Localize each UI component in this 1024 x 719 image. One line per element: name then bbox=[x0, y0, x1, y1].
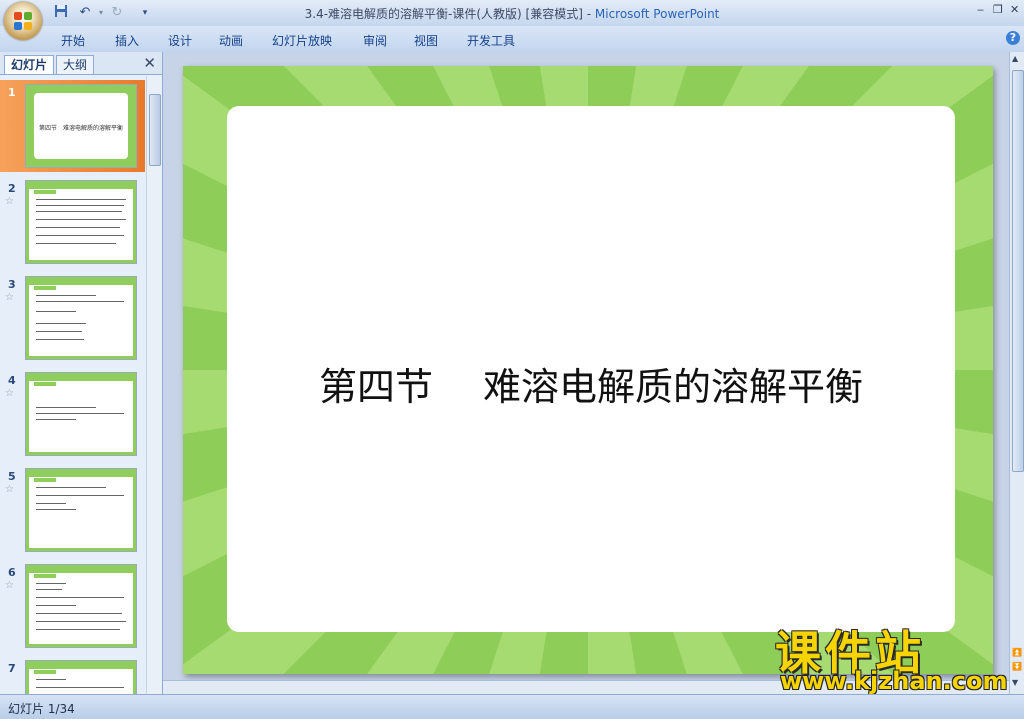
animation-star-icon: ☆ bbox=[5, 388, 14, 399]
app-name: Microsoft PowerPoint bbox=[594, 7, 720, 21]
title-bar: ↶ ▾ ↻ ▾ 3.4-难溶电解质的溶解平衡-课件(人教版) [兼容模式] - … bbox=[0, 0, 1024, 40]
slide-number: 6 bbox=[8, 566, 16, 579]
status-bar: 幻灯片 1/34 bbox=[0, 694, 1024, 719]
restore-icon[interactable]: ❐ bbox=[993, 3, 1003, 16]
slide-content-card: 第四节 难溶电解质的溶解平衡 bbox=[227, 106, 955, 632]
slides-pane: 幻灯片 大纲 ✕ 1 第四节 难溶电解质的溶解平衡 2 ☆ 3 ☆ 4 ☆ 5 … bbox=[0, 52, 163, 694]
slide-thumbnail-6[interactable]: 6 ☆ bbox=[0, 560, 145, 652]
close-window-icon[interactable]: ✕ bbox=[1010, 3, 1019, 16]
tab-slides[interactable]: 幻灯片 bbox=[4, 55, 55, 74]
slide-number: 3 bbox=[8, 278, 16, 291]
tab-design[interactable]: 设计 bbox=[168, 32, 192, 49]
office-logo-icon bbox=[14, 12, 32, 30]
scrollbar-thumb[interactable] bbox=[1012, 70, 1024, 472]
thumbnail-image bbox=[25, 468, 137, 552]
slide-number: 1 bbox=[8, 86, 16, 99]
tab-home[interactable]: 开始 bbox=[61, 32, 85, 49]
slide-counter: 幻灯片 1/34 bbox=[8, 702, 75, 716]
thumbnail-scrollbar[interactable] bbox=[146, 76, 161, 694]
pane-tabs: 幻灯片 大纲 ✕ bbox=[0, 52, 162, 75]
thumbnail-image bbox=[25, 564, 137, 648]
scroll-down-icon[interactable]: ▼ bbox=[1012, 678, 1018, 687]
window-title: 3.4-难溶电解质的溶解平衡-课件(人教版) [兼容模式] - Microsof… bbox=[0, 5, 1024, 22]
tab-outline[interactable]: 大纲 bbox=[56, 55, 95, 74]
scroll-up-icon[interactable]: ▲ bbox=[1012, 54, 1018, 63]
tab-insert[interactable]: 插入 bbox=[115, 32, 139, 49]
animation-star-icon: ☆ bbox=[5, 580, 14, 591]
slide-number: 4 bbox=[8, 374, 16, 387]
document-title: 3.4-难溶电解质的溶解平衡-课件(人教版) [兼容模式] - bbox=[304, 7, 595, 21]
animation-star-icon: ☆ bbox=[5, 196, 14, 207]
slide-thumbnail-7[interactable]: 7 bbox=[0, 656, 145, 694]
close-pane-icon[interactable]: ✕ bbox=[143, 54, 156, 72]
ribbon-tab-bar: 开始 插入 设计 动画 幻灯片放映 审阅 视图 开发工具 ? bbox=[0, 26, 1024, 53]
tab-view[interactable]: 视图 bbox=[414, 32, 438, 49]
tab-animations[interactable]: 动画 bbox=[219, 32, 243, 49]
slide-title[interactable]: 第四节 难溶电解质的溶解平衡 bbox=[227, 356, 955, 411]
slide-editing-area: 第四节 难溶电解质的溶解平衡 bbox=[163, 52, 1009, 694]
scrollbar-thumb[interactable] bbox=[149, 94, 161, 166]
slide-thumbnail-5[interactable]: 5 ☆ bbox=[0, 464, 145, 556]
slide-number: 5 bbox=[8, 470, 16, 483]
tab-review[interactable]: 审阅 bbox=[363, 32, 387, 49]
next-slide-icon[interactable]: ⏬ bbox=[1012, 662, 1022, 671]
thumbnail-image bbox=[25, 180, 137, 264]
animation-star-icon: ☆ bbox=[5, 484, 14, 495]
previous-slide-icon[interactable]: ⏫ bbox=[1012, 648, 1022, 657]
slide-thumbnail-2[interactable]: 2 ☆ bbox=[0, 176, 145, 268]
minimize-icon[interactable]: ‒ bbox=[977, 3, 984, 16]
animation-star-icon: ☆ bbox=[5, 292, 14, 303]
thumbnail-image bbox=[25, 660, 137, 694]
slide-number: 2 bbox=[8, 182, 16, 195]
tab-slideshow[interactable]: 幻灯片放映 bbox=[272, 32, 332, 49]
help-icon[interactable]: ? bbox=[1006, 31, 1020, 45]
slide-thumbnail-1[interactable]: 1 第四节 难溶电解质的溶解平衡 bbox=[0, 80, 145, 172]
thumbnail-image bbox=[25, 372, 137, 456]
thumbnail-title: 第四节 难溶电解质的溶解平衡 bbox=[38, 125, 123, 132]
office-button[interactable] bbox=[4, 2, 42, 40]
watermark-url: www.kjzhan.com bbox=[780, 667, 1008, 695]
tab-developer[interactable]: 开发工具 bbox=[467, 32, 515, 49]
slide-thumbnail-4[interactable]: 4 ☆ bbox=[0, 368, 145, 460]
slide-number: 7 bbox=[8, 662, 16, 675]
vertical-scrollbar[interactable]: ▲ ⏫ ⏬ ▼ bbox=[1009, 52, 1024, 694]
current-slide[interactable]: 第四节 难溶电解质的溶解平衡 bbox=[183, 66, 993, 674]
thumbnail-image bbox=[25, 276, 137, 360]
thumbnail-image: 第四节 难溶电解质的溶解平衡 bbox=[25, 84, 137, 168]
slide-thumbnail-3[interactable]: 3 ☆ bbox=[0, 272, 145, 364]
thumbnail-list: 1 第四节 难溶电解质的溶解平衡 2 ☆ 3 ☆ 4 ☆ 5 ☆ 6 ☆ 7 bbox=[0, 76, 145, 694]
